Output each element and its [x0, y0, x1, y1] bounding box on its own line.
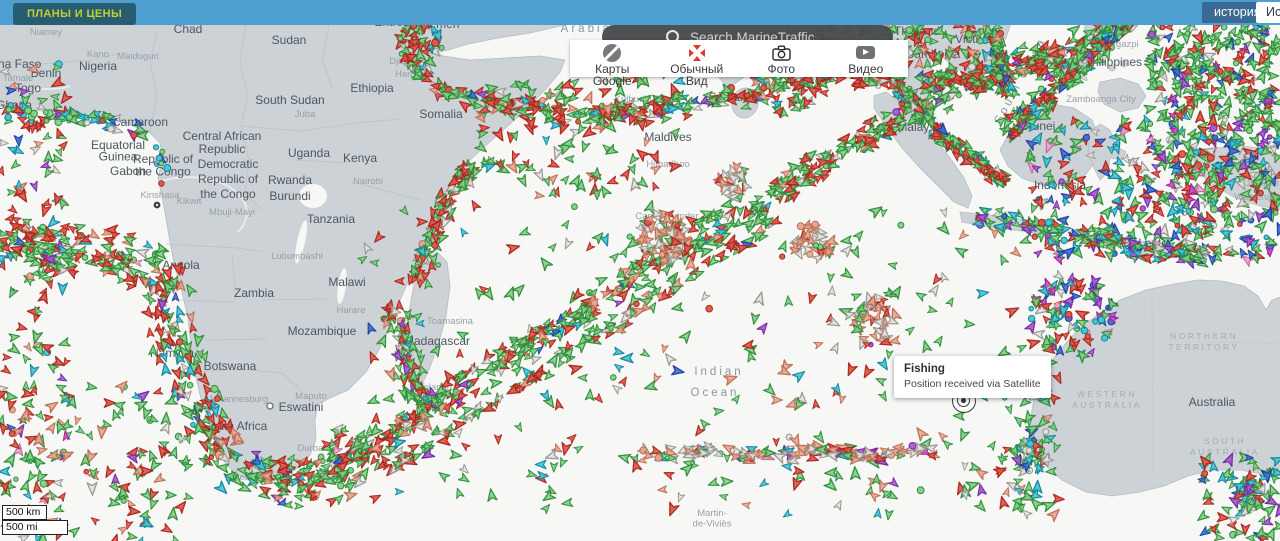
- map-label: Kano: [87, 49, 109, 60]
- top-header-bar: ПЛАНЫ И ЦЕНЫ история История: [0, 0, 1280, 25]
- map-label: Burundi: [269, 189, 310, 203]
- map-label: Martin-de-Viviès: [693, 508, 732, 530]
- map-label: EquatorialGuinea: [91, 138, 145, 163]
- city-dot: [267, 403, 273, 409]
- map-label: Somalia: [419, 107, 463, 121]
- map-label: Botswana: [204, 359, 257, 373]
- map-label: Mbuji-Mayi: [209, 207, 255, 218]
- map-label: Kenya: [343, 151, 377, 165]
- map-label: Maldives: [644, 130, 691, 144]
- menu-item-google-maps[interactable]: Карты Google: [570, 40, 655, 77]
- map-label: Tanzania: [307, 212, 355, 226]
- map-label: Maputo: [295, 391, 327, 402]
- map-scale-km: 500 km: [2, 505, 47, 520]
- map-label: Nigeria: [79, 59, 117, 73]
- map-label: Zambia: [234, 286, 274, 300]
- map-label: Mozambique: [288, 324, 357, 338]
- map-label: NORTHERNTERRITORY: [1168, 331, 1239, 352]
- menu-item-label: Видео: [830, 63, 902, 75]
- bullseye-dot: [961, 398, 966, 403]
- map-label: Zamboanga City: [1066, 94, 1136, 105]
- vessel-type-label: Fishing: [904, 363, 1041, 375]
- map-label: Sudan: [272, 33, 307, 47]
- video-icon: [824, 43, 909, 62]
- map-label: Kikwit: [177, 196, 202, 207]
- map-label: Eswatini: [279, 400, 324, 414]
- menu-item-label: Фото: [745, 63, 817, 75]
- plans-and-prices-button[interactable]: ПЛАНЫ И ЦЕНЫ: [13, 3, 136, 25]
- map-label: Gabon: [110, 164, 146, 178]
- map-label: Harare: [336, 305, 365, 316]
- map-label: Lubumbashi: [271, 251, 323, 262]
- vessel-position-source: Position received via Satellite: [904, 378, 1041, 390]
- photo-camera-icon: [739, 43, 824, 62]
- menu-item-label: Карты Google: [576, 63, 648, 87]
- city-dot-center: [156, 204, 158, 206]
- map-label: Juba: [295, 109, 316, 120]
- map-label: Uganda: [288, 146, 330, 160]
- map-label: Maiduguri: [117, 51, 159, 62]
- menu-item-video[interactable]: Видео: [824, 40, 909, 77]
- map-view-menu: Карты Google Обычный Вид Фото Видео: [570, 40, 908, 77]
- map-label: Malawi: [328, 275, 365, 289]
- map-label: Toamasina: [427, 316, 474, 327]
- simple-view-icon: [655, 43, 740, 62]
- map-label: DemocraticRepublic ofthe Congo: [198, 157, 259, 201]
- map-label: Rwanda: [268, 173, 312, 187]
- map-label: South Sudan: [255, 93, 324, 107]
- menu-item-photo[interactable]: Фото: [739, 40, 824, 77]
- menu-item-label: Обычный Вид: [661, 63, 733, 87]
- map-label: Nairobi: [353, 176, 383, 187]
- map-label: Australia: [1189, 395, 1236, 409]
- google-maps-icon: [570, 43, 655, 62]
- history-secondary-button[interactable]: История: [1256, 2, 1280, 23]
- menu-item-simple-view[interactable]: Обычный Вид: [655, 40, 740, 77]
- map-label: WESTERNAUSTRALIA: [1072, 389, 1142, 410]
- map-scale-mi: 500 mi: [2, 520, 68, 535]
- map-label: Ethiopia: [350, 81, 394, 95]
- map-label: Kinshasa: [140, 190, 180, 201]
- vessel-tooltip: Fishing Position received via Satellite: [894, 356, 1051, 398]
- map-label: Niamey: [30, 27, 62, 38]
- map-label: Ocean: [691, 387, 740, 399]
